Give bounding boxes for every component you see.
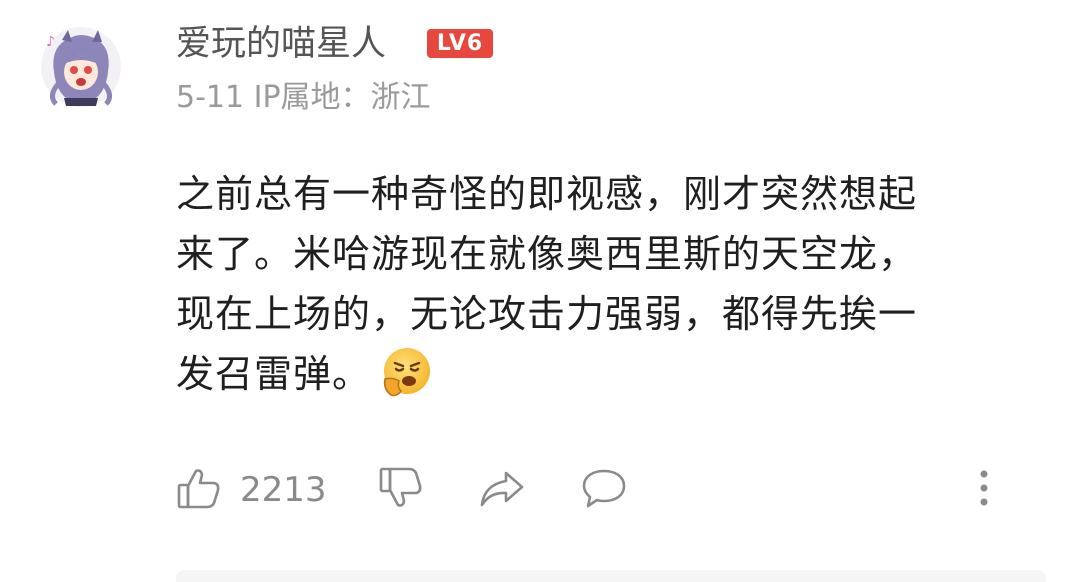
comment-line-text: 发召雷弹。 [176, 352, 372, 396]
comment-icon [580, 465, 628, 515]
comment-line: 之前总有一种奇怪的即视感，刚才突然想起 [176, 172, 918, 216]
share-button[interactable] [478, 462, 526, 518]
shock-face-emoji-icon [379, 345, 433, 399]
svg-text:♪: ♪ [46, 34, 55, 50]
thumbs-down-icon [378, 465, 424, 515]
avatar[interactable]: ♪ [40, 26, 122, 108]
reply-panel [176, 570, 1046, 582]
level-badge: LV6 [427, 29, 493, 58]
comment-text: 之前总有一种奇怪的即视感，刚才突然想起 来了。米哈游现在就像奥西里斯的天空龙， … [176, 164, 1046, 404]
post-meta: 5-11 IP属地：浙江 [176, 80, 431, 115]
more-button[interactable] [968, 466, 1000, 510]
share-icon [478, 465, 526, 515]
more-icon [968, 470, 1000, 514]
like-button[interactable]: 2213 [176, 462, 327, 518]
comment-line: 现在上场的，无论攻击力强弱，都得先挨一 [176, 292, 918, 336]
dislike-button[interactable] [378, 462, 424, 518]
reply-button[interactable] [580, 462, 628, 518]
comment-line: 来了。米哈游现在就像奥西里斯的天空龙， [176, 232, 918, 276]
thumbs-up-icon [176, 465, 222, 515]
username[interactable]: 爱玩的喵星人 [176, 20, 386, 68]
comment-line: 发召雷弹。 [176, 344, 1046, 404]
like-count: 2213 [240, 470, 327, 510]
